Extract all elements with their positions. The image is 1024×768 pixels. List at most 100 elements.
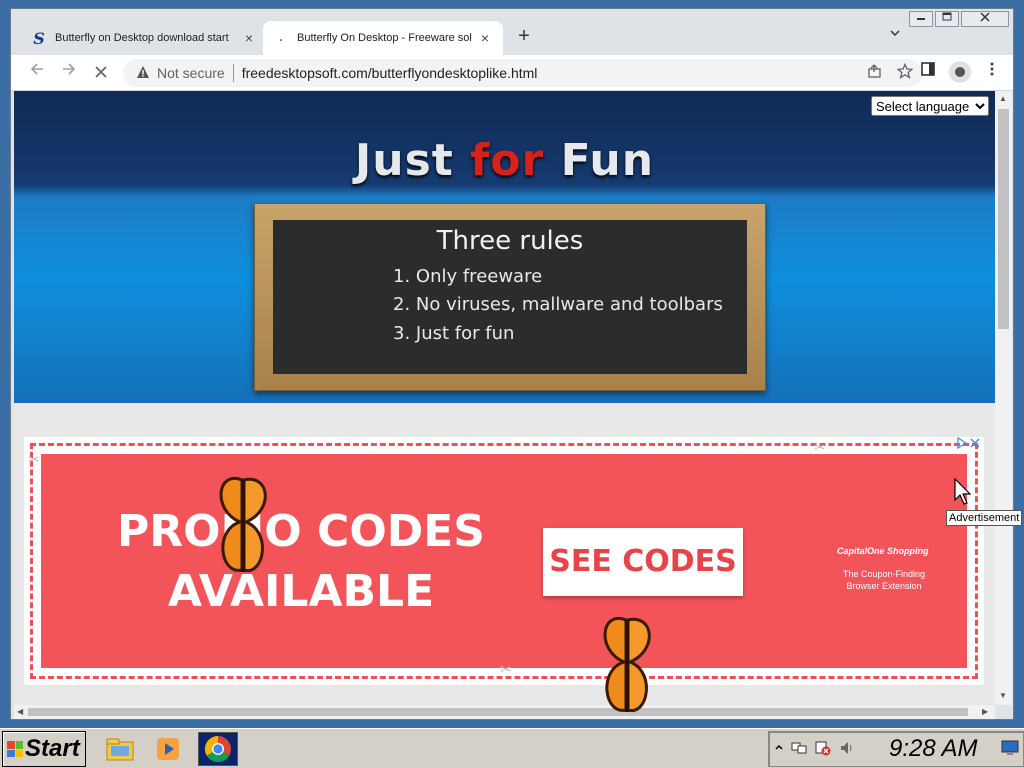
site-title: Just for Fun bbox=[14, 135, 995, 186]
advertisement-banner[interactable]: PROMO CODES AVAILABLE SEE CODES CapitalO… bbox=[24, 436, 984, 685]
ad-headline-line2: AVAILABLE bbox=[167, 566, 435, 617]
rule-item: 3. Just for fun bbox=[393, 323, 515, 344]
tab-strip: S Butterfly on Desktop download start × … bbox=[11, 9, 1013, 55]
horizontal-scrollbar[interactable]: ◀ ▶ bbox=[14, 705, 995, 719]
title-word-3: Fun bbox=[560, 135, 655, 186]
taskbar: Start 9:28 AM bbox=[0, 728, 1024, 768]
warning-icon bbox=[135, 65, 151, 81]
start-label: Start bbox=[25, 735, 80, 762]
window-controls bbox=[909, 11, 1009, 27]
title-word-2: for bbox=[470, 135, 545, 186]
network-icon[interactable] bbox=[791, 740, 807, 759]
tab-search-button[interactable] bbox=[885, 27, 905, 47]
media-player-quicklaunch[interactable] bbox=[148, 732, 188, 766]
share-icon bbox=[868, 64, 881, 78]
ad-headline: PROMO CODES AVAILABLE bbox=[101, 502, 501, 622]
star-icon bbox=[896, 62, 914, 79]
chalkboard: Three rules 1. Only freeware 2. No virus… bbox=[273, 220, 747, 374]
browser-window: S Butterfly on Desktop download start × … bbox=[10, 8, 1014, 720]
omnibox-actions bbox=[867, 62, 914, 82]
close-icon bbox=[980, 12, 990, 22]
tab-butterfly[interactable]: . Butterfly On Desktop - Freeware sol × bbox=[263, 21, 503, 55]
profile-avatar[interactable] bbox=[949, 61, 971, 83]
title-word-1: Just bbox=[354, 135, 454, 186]
scroll-left-icon[interactable]: ◀ bbox=[17, 707, 23, 716]
side-panel-icon bbox=[921, 62, 935, 76]
chrome-taskbar-button[interactable] bbox=[198, 732, 238, 766]
scroll-right-icon[interactable]: ▶ bbox=[982, 707, 988, 716]
new-tab-button[interactable]: + bbox=[511, 24, 537, 50]
side-panel-button[interactable] bbox=[917, 61, 939, 83]
chevron-down-icon bbox=[890, 30, 900, 37]
minimize-icon bbox=[917, 18, 925, 20]
back-arrow-icon bbox=[30, 63, 43, 75]
tab-title: Butterfly on Desktop download start bbox=[55, 32, 229, 44]
forward-button[interactable] bbox=[57, 61, 81, 85]
capital-one-logo: CapitalOne Shopping bbox=[837, 546, 929, 556]
share-button[interactable] bbox=[867, 63, 883, 82]
explorer-icon bbox=[106, 738, 134, 761]
ad-headline-line1: PROMO CODES bbox=[116, 506, 485, 557]
security-label[interactable]: Not secure bbox=[157, 65, 225, 81]
vertical-scroll-thumb[interactable] bbox=[998, 109, 1009, 329]
start-button[interactable]: Start bbox=[2, 731, 86, 767]
language-select[interactable]: Select language bbox=[871, 96, 989, 116]
tab-close-icon[interactable]: × bbox=[477, 30, 493, 46]
stop-loading-button[interactable] bbox=[89, 61, 113, 85]
system-tray: 9:28 AM bbox=[768, 731, 1024, 767]
security-alert-icon[interactable] bbox=[815, 740, 831, 759]
stop-icon bbox=[95, 66, 107, 78]
desktop-icon bbox=[1001, 740, 1019, 755]
softpedia-s-icon: S bbox=[33, 28, 45, 48]
close-window-button[interactable] bbox=[961, 11, 1009, 27]
browser-toolbar: Not secure freedesktopsoft.com/butterfly… bbox=[11, 55, 1013, 91]
tab-download[interactable]: S Butterfly on Desktop download start × bbox=[21, 21, 267, 55]
url-text[interactable]: freedesktopsoft.com/butterflyondesktopli… bbox=[242, 65, 538, 81]
back-button[interactable] bbox=[25, 61, 49, 85]
media-player-icon bbox=[157, 738, 179, 760]
advertisement-tooltip: Advertisement bbox=[946, 510, 1023, 526]
chalkboard-title: Three rules bbox=[436, 226, 584, 256]
ad-choices-icon[interactable] bbox=[956, 436, 982, 452]
page-viewport: Just for Fun Select language Three rules… bbox=[14, 91, 995, 705]
see-codes-button[interactable]: SEE CODES bbox=[543, 528, 743, 596]
ad-tagline: The Coupon-Finding Browser Extension bbox=[831, 568, 937, 592]
menu-button[interactable] bbox=[981, 61, 1003, 83]
vertical-scrollbar[interactable]: ▲ ▼ bbox=[995, 91, 1012, 705]
scroll-up-icon[interactable]: ▲ bbox=[999, 94, 1007, 103]
kebab-menu-icon bbox=[990, 62, 994, 76]
volume-icon[interactable] bbox=[839, 740, 855, 759]
scroll-down-icon[interactable]: ▼ bbox=[999, 691, 1007, 700]
minimize-button[interactable] bbox=[909, 11, 933, 27]
forward-arrow-icon bbox=[63, 63, 76, 75]
person-icon bbox=[955, 67, 965, 77]
ad-coupon-border: PROMO CODES AVAILABLE SEE CODES CapitalO… bbox=[30, 443, 978, 679]
maximize-icon bbox=[942, 12, 952, 21]
tab-close-icon[interactable]: × bbox=[241, 30, 257, 46]
toolbar-right bbox=[917, 61, 1003, 83]
address-bar[interactable]: Not secure freedesktopsoft.com/butterfly… bbox=[123, 59, 923, 87]
rule-item: 2. No viruses, mallware and toolbars bbox=[393, 294, 723, 315]
butterfly-icon[interactable] bbox=[596, 610, 656, 720]
scissors-icon: ✂ bbox=[500, 661, 512, 677]
ad-tagline-line1: The Coupon-Finding bbox=[842, 569, 926, 579]
show-hidden-icons-button[interactable] bbox=[775, 742, 783, 756]
chrome-icon bbox=[204, 735, 231, 763]
maximize-button[interactable] bbox=[935, 11, 959, 27]
windows-logo-icon bbox=[7, 741, 23, 757]
header-banner: Just for Fun Select language Three rules… bbox=[14, 91, 995, 403]
explorer-quicklaunch[interactable] bbox=[100, 732, 140, 766]
show-desktop-button[interactable] bbox=[1001, 740, 1019, 759]
divider bbox=[232, 64, 234, 82]
scissors-icon: ✂ bbox=[814, 439, 826, 455]
chevron-up-icon bbox=[775, 744, 783, 750]
ad-tagline-line2: Browser Extension bbox=[846, 581, 922, 591]
horizontal-scroll-thumb[interactable] bbox=[28, 708, 968, 716]
chalkboard-frame: Three rules 1. Only freeware 2. No virus… bbox=[254, 203, 766, 391]
butterfly-icon[interactable] bbox=[212, 470, 272, 580]
ad-background: PROMO CODES AVAILABLE SEE CODES CapitalO… bbox=[41, 454, 967, 668]
taskbar-clock[interactable]: 9:28 AM bbox=[889, 735, 978, 763]
loading-icon: . bbox=[279, 32, 283, 44]
bookmark-button[interactable] bbox=[896, 62, 914, 82]
scissors-icon: ✂ bbox=[28, 451, 40, 467]
